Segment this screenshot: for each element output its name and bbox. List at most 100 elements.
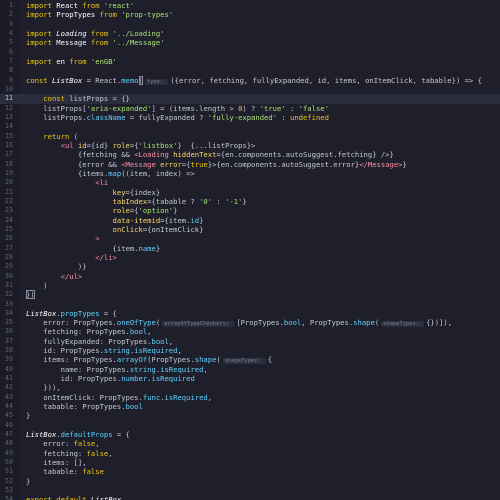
code-line[interactable]: 15 return (	[0, 132, 500, 141]
code-token: }	[242, 196, 247, 206]
code-token: <Loading	[134, 150, 174, 160]
line-code: fullyExpanded: PropTypes.bool,	[26, 337, 173, 346]
code-line[interactable]: 24 data-itemid={item.id}	[0, 216, 500, 225]
code-line[interactable]: 25 onClick={onItemClick}	[0, 225, 500, 234]
code-line[interactable]: 3	[0, 20, 500, 29]
code-line[interactable]: 11 const listProps = {}	[0, 94, 500, 103]
line-number: 23	[5, 206, 13, 215]
line-number: 34	[5, 308, 13, 317]
line-number: 40	[5, 364, 13, 373]
code-token: tabIndex	[26, 196, 148, 206]
line-code: ListBox.defaultProps = {	[26, 430, 130, 439]
line-number: 13	[5, 112, 13, 121]
code-line[interactable]: 18 {error && <Message error={true}>{en.c…	[0, 160, 500, 169]
line-code: items: [],	[26, 458, 86, 467]
code-editor[interactable]: 1 import React from 'react' 2 import PropTy…	[0, 0, 500, 500]
code-line[interactable]: 33	[0, 300, 500, 309]
line-code: }	[26, 477, 30, 486]
code-line[interactable]: 22 tabIndex={tabable ? '0' : '-1'}	[0, 197, 500, 206]
code-line[interactable]: 8	[0, 66, 500, 75]
code-token: ListBox	[26, 308, 57, 318]
code-line[interactable]: 46	[0, 421, 500, 430]
code-line[interactable]: 35 error: PropTypes.oneOfType(arrayOfTyp…	[0, 318, 500, 328]
code-token: error: PropTypes.	[26, 318, 117, 328]
code-token: from	[69, 56, 87, 66]
code-line[interactable]: 23 role={'option'}	[0, 206, 500, 215]
code-line[interactable]: 44 tabable: PropTypes.bool	[0, 402, 500, 411]
code-line[interactable]: 20 <li	[0, 178, 500, 187]
code-token: </ul>	[60, 271, 83, 281]
code-line[interactable]: 29 )}	[0, 262, 500, 271]
code-line[interactable]: 39 items: PropTypes.arrayOf(PropTypes.sh…	[0, 355, 500, 365]
code-token: </Message>	[359, 159, 403, 169]
code-line[interactable]: 43 onItemClick: PropTypes.func.isRequire…	[0, 393, 500, 402]
code-line[interactable]: 14	[0, 122, 500, 131]
code-line[interactable]: 41 id: PropTypes.number.isRequired	[0, 374, 500, 383]
code-token: (	[216, 355, 221, 365]
code-line[interactable]: 48 error: false,	[0, 439, 500, 448]
code-token: return	[26, 131, 70, 141]
code-line[interactable]: 30 </ul>	[0, 272, 500, 281]
code-line[interactable]: 52}	[0, 477, 500, 486]
code-token: ((item, index) =>	[121, 168, 195, 178]
code-line[interactable]: 7 import en from 'enGB'	[0, 57, 500, 66]
code-line[interactable]: 19 {items.map((item, index) =>	[0, 169, 500, 178]
code-token: en	[51, 56, 70, 66]
code-line[interactable]: 5 import Message from '../Message'	[0, 38, 500, 47]
code-line[interactable]: 2 import PropTypes from 'prop-types'	[0, 10, 500, 19]
code-token: ,	[168, 336, 174, 346]
code-line[interactable]: 37 fullyExpanded: PropTypes.bool,	[0, 337, 500, 346]
code-line[interactable]: 54 export default ListBox	[0, 495, 500, 500]
code-line[interactable]: 10	[0, 85, 500, 94]
line-number: 7	[9, 56, 13, 65]
code-line[interactable]: 6	[0, 48, 500, 57]
code-token: {items.	[26, 168, 109, 178]
code-line[interactable]: 42 })),	[0, 383, 500, 392]
code-line[interactable]: 4 import Loading from '../Loading'	[0, 29, 500, 38]
line-number: 21	[5, 187, 13, 196]
code-line[interactable]: 32})	[0, 290, 500, 300]
code-line[interactable]: 12 listProps['aria-expanded'] = (items.l…	[0, 104, 500, 113]
code-line[interactable]: 17 {fetching && <Loading hiddenText={en.…	[0, 150, 500, 159]
code-line[interactable]: 27 {item.name}	[0, 244, 500, 253]
code-line[interactable]: 9 const ListBox = React.memo(type: ({erro…	[0, 75, 500, 85]
code-token: export default	[26, 495, 87, 500]
parameter-hint: type:	[144, 78, 169, 85]
code-line[interactable]: 38 id: PropTypes.string.isRequired,	[0, 346, 500, 355]
line-code: })),	[26, 383, 60, 392]
code-token: ={onItemClick}	[142, 224, 204, 234]
code-line[interactable]: 13 listProps.className = fullyExpanded ?…	[0, 113, 500, 122]
line-code: </ul>	[26, 271, 83, 281]
line-number: 25	[5, 224, 13, 233]
code-line[interactable]: 26 >	[0, 234, 500, 243]
code-token: role	[26, 206, 130, 216]
code-line[interactable]: 28 </li>	[0, 253, 500, 262]
line-number: 36	[5, 327, 13, 336]
code-line[interactable]: 34 ListBox.propTypes = {	[0, 309, 500, 318]
line-code: fetching: PropTypes.bool,	[26, 327, 151, 336]
code-line[interactable]: 16 <ul id={id} role={'listbox'} {...list…	[0, 141, 500, 150]
code-line[interactable]: 53	[0, 486, 500, 495]
code-line[interactable]: 36 fetching: PropTypes.bool,	[0, 327, 500, 336]
code-token: from	[90, 38, 109, 48]
code-line[interactable]: 45}	[0, 411, 500, 420]
line-number: 18	[5, 159, 13, 168]
code-line[interactable]: 50 items: [],	[0, 458, 500, 467]
code-line[interactable]: 47 ListBox.defaultProps = {	[0, 430, 500, 439]
code-line[interactable]: 31 )	[0, 281, 500, 290]
line-number: 41	[5, 374, 13, 383]
code-token: error	[160, 159, 182, 169]
line-code: }	[26, 411, 30, 420]
code-token: '../Message'	[108, 38, 165, 48]
code-line[interactable]: 1 import React from 'react'	[0, 1, 500, 10]
code-lines[interactable]: 1 import React from 'react' 2 import PropTy…	[0, 1, 500, 500]
code-line[interactable]: 49 fetching: false,	[0, 449, 500, 458]
code-token: {})]),	[426, 318, 453, 328]
code-line[interactable]: 21 key={index}	[0, 188, 500, 197]
code-token: hiddenText	[173, 150, 217, 160]
code-line[interactable]: 40 name: PropTypes.string.isRequired,	[0, 365, 500, 374]
code-token: bool	[151, 336, 169, 346]
code-line[interactable]: 51 tabable: false	[0, 467, 500, 476]
code-token: }	[26, 476, 31, 486]
code-token: import	[26, 38, 52, 48]
